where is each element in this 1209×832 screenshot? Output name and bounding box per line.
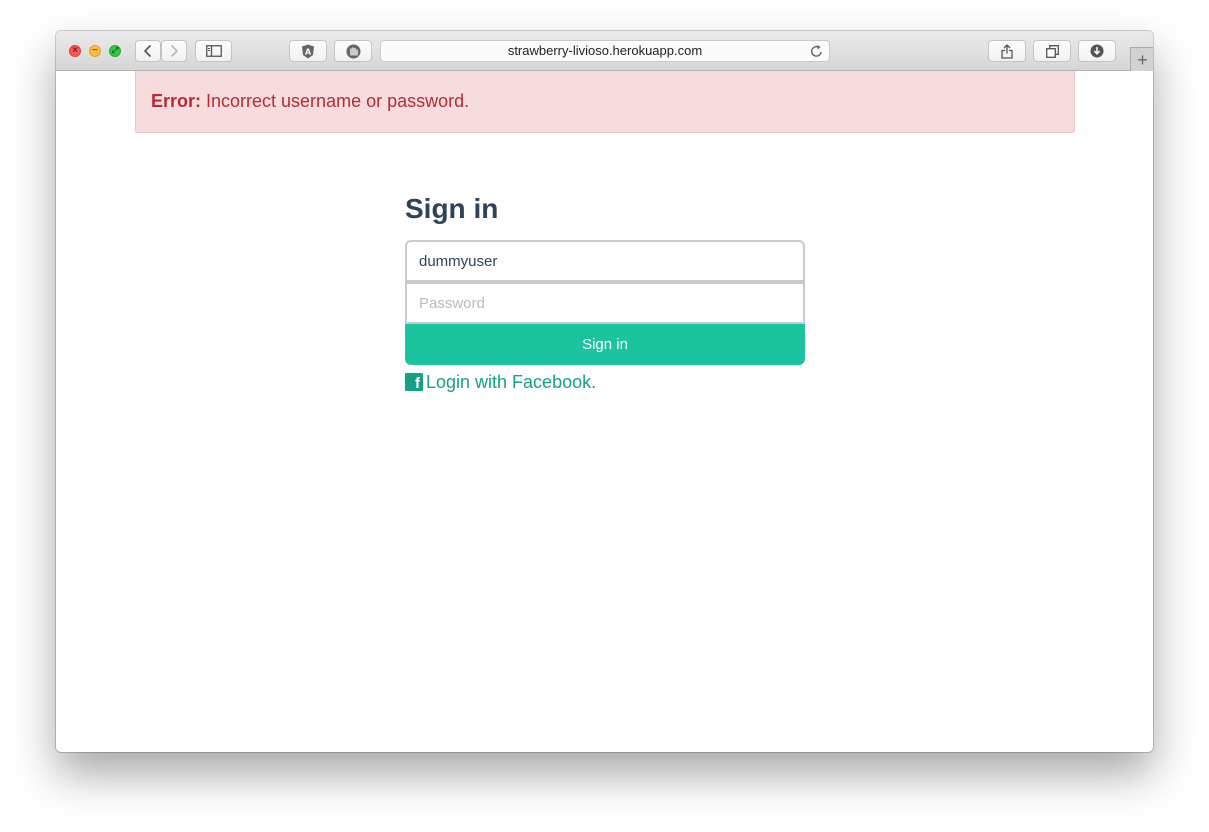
maximize-window-button[interactable] — [109, 44, 121, 58]
alert-label: Error: — [151, 91, 202, 111]
svg-text:A: A — [305, 47, 312, 56]
extension-hand-button[interactable] — [334, 40, 372, 62]
share-button[interactable] — [988, 40, 1026, 62]
minimize-window-button[interactable] — [89, 44, 101, 58]
share-icon — [1001, 43, 1013, 59]
sidebar-button[interactable] — [195, 40, 232, 62]
shield-icon: A — [302, 44, 314, 58]
back-icon — [143, 44, 152, 58]
password-input[interactable] — [405, 282, 805, 324]
hand-icon — [346, 44, 360, 58]
browser-toolbar: A strawberry-livioso.herokuapp.com + — [56, 31, 1153, 71]
facebook-icon: f — [405, 373, 423, 391]
back-button[interactable] — [135, 40, 161, 62]
downloads-button[interactable] — [1078, 40, 1116, 62]
url-text: strawberry-livioso.herokuapp.com — [507, 43, 703, 58]
signin-button[interactable]: Sign in — [405, 324, 805, 365]
error-alert: Error: Incorrect username or password. — [135, 71, 1075, 133]
close-window-button[interactable] — [69, 44, 81, 58]
username-input[interactable] — [405, 240, 805, 282]
sidebar-icon — [205, 45, 222, 57]
extension-shield-button[interactable]: A — [289, 40, 327, 62]
browser-window: A strawberry-livioso.herokuapp.com + Err… — [56, 31, 1153, 752]
plus-icon: + — [1137, 49, 1148, 70]
reload-icon[interactable] — [810, 44, 823, 58]
page-title: Sign in — [405, 193, 499, 224]
signin-form: Sign in Sign in f Login with Facebook. — [405, 189, 805, 393]
tabs-icon — [1045, 44, 1059, 58]
alert-message: Incorrect username or password. — [206, 91, 470, 111]
forward-icon — [170, 44, 179, 58]
address-bar[interactable]: strawberry-livioso.herokuapp.com — [380, 40, 830, 62]
download-icon — [1090, 44, 1104, 58]
forward-button[interactable] — [161, 40, 187, 62]
show-tabs-button[interactable] — [1033, 40, 1071, 62]
new-tab-button[interactable]: + — [1130, 47, 1153, 71]
facebook-login-link[interactable]: f Login with Facebook. — [405, 371, 805, 393]
facebook-login-label: Login with Facebook. — [426, 371, 597, 392]
